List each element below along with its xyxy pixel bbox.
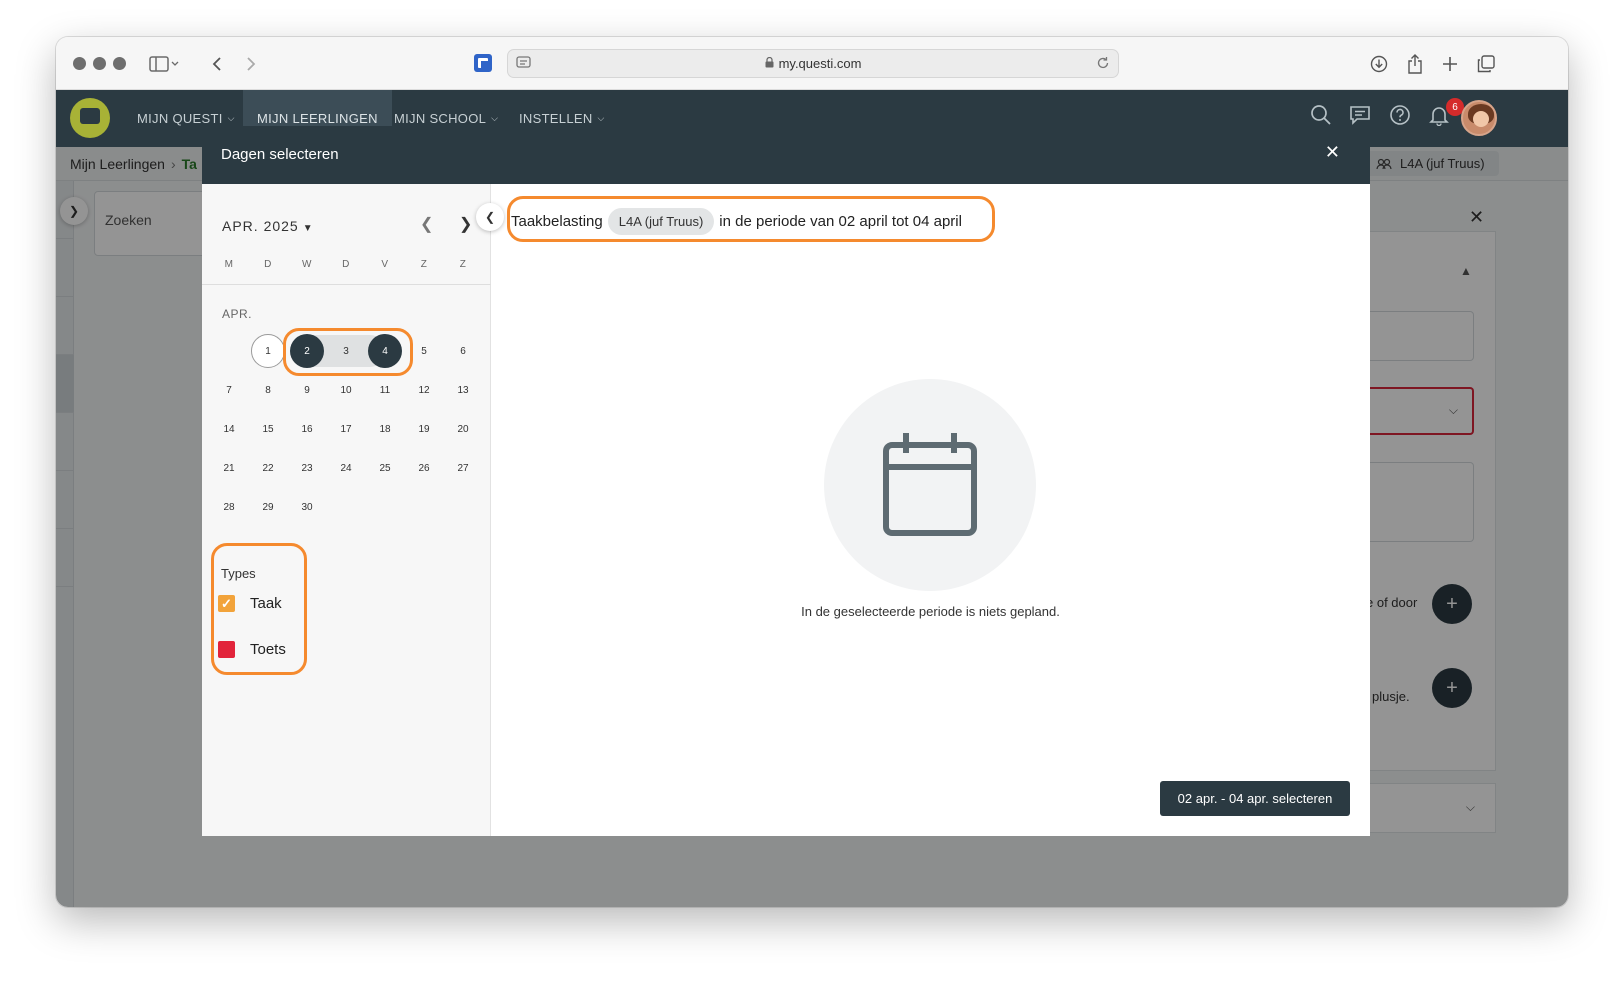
close-window-button[interactable]: [73, 57, 86, 70]
workload-header: Taakbelasting L4A (juf Truus) in de peri…: [511, 208, 962, 235]
lock-icon: [765, 56, 774, 71]
forward-icon[interactable]: [238, 51, 264, 77]
calendar-day[interactable]: 4: [368, 334, 402, 368]
calendar-panel: APR. 2025 ▼ ❮ ❯ MDWDVZZ APR. 1 2 3 4 5 6 7 8 9 10 1…: [202, 184, 491, 836]
previous-month-icon[interactable]: ❮: [420, 214, 433, 234]
reload-icon[interactable]: [1096, 56, 1110, 73]
next-month-icon[interactable]: ❯: [459, 214, 472, 234]
back-icon[interactable]: [204, 51, 230, 77]
browser-window: my.questi.com MIJN QUESTI ⌵ MIJN LEERLING…: [56, 37, 1568, 907]
calendar-day[interactable]: 20: [446, 412, 480, 446]
weekday-label: M: [224, 259, 234, 270]
checkbox-icon[interactable]: [218, 641, 235, 658]
workload-panel: Taakbelasting L4A (juf Truus) in de peri…: [491, 184, 1370, 836]
browser-toolbar: my.questi.com: [56, 37, 1568, 90]
sidebar-toggle-icon[interactable]: [146, 51, 182, 77]
calendar-day[interactable]: 12: [407, 373, 441, 407]
calendar-day[interactable]: 24: [329, 451, 363, 485]
calendar-day[interactable]: 8: [251, 373, 285, 407]
caret-down-icon: ▼: [302, 223, 314, 234]
calendar-day[interactable]: 29: [251, 490, 285, 524]
downloads-icon[interactable]: [1366, 51, 1392, 77]
calendar-day[interactable]: 1: [251, 334, 285, 368]
workload-period: in de periode van 02 april tot 04 april: [719, 213, 962, 230]
password-extension-icon[interactable]: [473, 53, 493, 73]
calendar-day[interactable]: 25: [368, 451, 402, 485]
weekday-label: Z: [420, 259, 428, 270]
calendar-day[interactable]: 13: [446, 373, 480, 407]
chevron-down-icon: ⌵: [597, 113, 605, 123]
calendar-day[interactable]: 28: [212, 490, 246, 524]
calendar-day[interactable]: 21: [212, 451, 246, 485]
tab-overview-icon[interactable]: [1473, 51, 1499, 77]
close-icon[interactable]: ✕: [1325, 142, 1340, 163]
nav-label: MIJN QUESTI: [137, 111, 223, 126]
chevron-left-icon: ❮: [484, 210, 496, 224]
calendar-day[interactable]: 5: [407, 334, 441, 368]
calendar-day[interactable]: 10: [329, 373, 363, 407]
month-label: APR.: [222, 307, 253, 321]
calendar-day[interactable]: 22: [251, 451, 285, 485]
calendar-day[interactable]: 30: [290, 490, 324, 524]
calendar-day[interactable]: 26: [407, 451, 441, 485]
class-chip: L4A (juf Truus): [607, 208, 715, 235]
calendar-day[interactable]: 15: [251, 412, 285, 446]
nav-label: INSTELLEN: [519, 111, 593, 126]
calendar-day[interactable]: 23: [290, 451, 324, 485]
month-selector[interactable]: APR. 2025 ▼: [222, 218, 314, 234]
new-tab-icon[interactable]: [1437, 51, 1463, 77]
calendar-day[interactable]: 9: [290, 373, 324, 407]
calendar-day[interactable]: 16: [290, 412, 324, 446]
share-icon[interactable]: [1402, 51, 1428, 77]
address-bar[interactable]: my.questi.com: [507, 49, 1119, 78]
weekday-label: Z: [459, 259, 467, 270]
calendar-day[interactable]: 19: [407, 412, 441, 446]
calendar-day[interactable]: 2: [290, 334, 324, 368]
select-period-button[interactable]: 02 apr. - 04 apr. selecteren: [1160, 781, 1350, 816]
weekday-label: W: [302, 259, 312, 270]
avatar[interactable]: [1461, 100, 1497, 136]
month-year-label: APR. 2025: [222, 218, 299, 234]
calendar-icon: [883, 433, 977, 536]
weekday-header: MDWDVZZ: [202, 259, 491, 285]
types-title: Types: [221, 566, 256, 581]
questi-logo[interactable]: [70, 98, 110, 138]
dialog-title: Dagen selecteren: [221, 146, 339, 163]
type-filter-taak[interactable]: ✓ Taak: [218, 595, 282, 612]
calendar-day[interactable]: 17: [329, 412, 363, 446]
workload-prefix: Taakbelasting: [511, 213, 603, 230]
checkbox-checked-icon[interactable]: ✓: [218, 595, 235, 612]
weekday-label: D: [342, 259, 350, 270]
weekday-label: V: [381, 259, 389, 270]
select-days-dialog: Dagen selecteren ✕ APR. 2025 ▼ ❮ ❯ MDWDVZ…: [202, 126, 1370, 836]
calendar-day[interactable]: 11: [368, 373, 402, 407]
page-settings-icon[interactable]: [516, 56, 532, 73]
calendar-day[interactable]: 14: [212, 412, 246, 446]
zoom-window-button[interactable]: [113, 57, 126, 70]
help-icon[interactable]: [1389, 104, 1411, 131]
minimize-window-button[interactable]: [93, 57, 106, 70]
type-filter-toets[interactable]: Toets: [218, 641, 286, 658]
calendar-day[interactable]: 27: [446, 451, 480, 485]
calendar-day[interactable]: 6: [446, 334, 480, 368]
dialog-header: Dagen selecteren ✕: [202, 126, 1370, 184]
collapse-calendar-button[interactable]: ❮: [476, 203, 504, 231]
chevron-down-icon: ⌵: [491, 113, 499, 123]
url-text: my.questi.com: [778, 56, 862, 71]
chevron-down-icon: ⌵: [227, 113, 235, 123]
weekday-label: D: [264, 259, 272, 270]
nav-label: MIJN SCHOOL: [394, 111, 487, 126]
calendar-day[interactable]: 7: [212, 373, 246, 407]
type-label: Toets: [250, 641, 286, 658]
empty-state-illustration: [824, 379, 1036, 591]
calendar-day[interactable]: 18: [368, 412, 402, 446]
type-label: Taak: [250, 595, 282, 612]
empty-state-text: In de geselecteerde periode is niets gep…: [801, 604, 1060, 619]
calendar-day[interactable]: 3: [329, 334, 363, 368]
nav-label: MIJN LEERLINGEN: [257, 111, 378, 126]
